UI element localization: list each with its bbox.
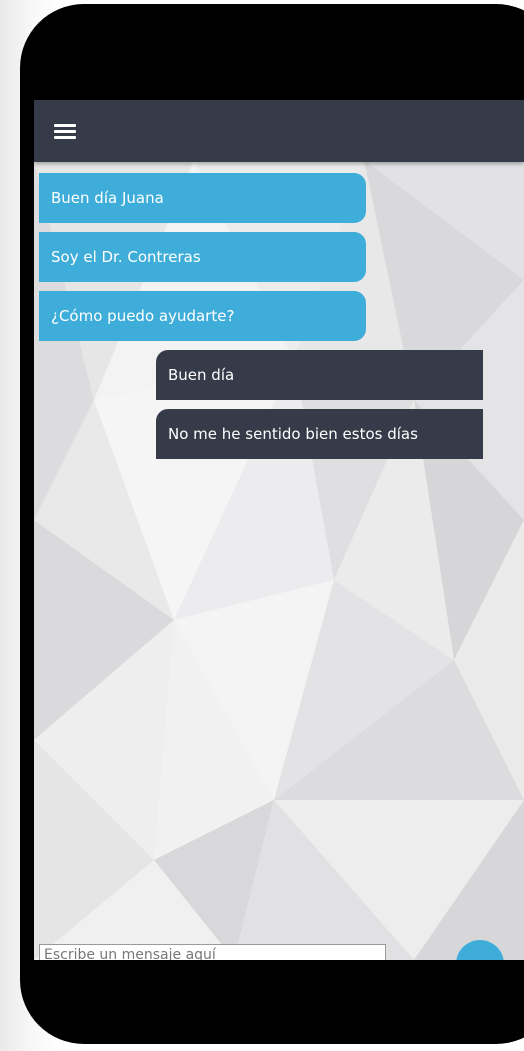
chat-bubble-incoming: ¿Cómo puedo ayudarte? — [39, 291, 366, 341]
chat-bubble-outgoing: Buen día — [156, 350, 483, 400]
message-text: No me he sentido bien estos días — [168, 425, 418, 443]
page-background: Buen día Juana Soy el Dr. Contreras ¿Cóm… — [0, 0, 524, 1051]
polygon-background — [34, 160, 524, 960]
message-text: Buen día — [168, 366, 235, 384]
message-text: Soy el Dr. Contreras — [51, 248, 201, 266]
message-text: Buen día Juana — [51, 189, 164, 207]
chat-screen: Buen día Juana Soy el Dr. Contreras ¿Cóm… — [34, 100, 524, 960]
chat-bubble-incoming: Soy el Dr. Contreras — [39, 232, 366, 282]
hamburger-menu-icon[interactable] — [54, 120, 76, 140]
app-bar — [34, 100, 524, 162]
message-input[interactable] — [39, 944, 386, 960]
message-text: ¿Cómo puedo ayudarte? — [51, 307, 235, 325]
chat-bubble-incoming: Buen día Juana — [39, 173, 366, 223]
chat-bubble-outgoing: No me he sentido bien estos días — [156, 409, 483, 459]
